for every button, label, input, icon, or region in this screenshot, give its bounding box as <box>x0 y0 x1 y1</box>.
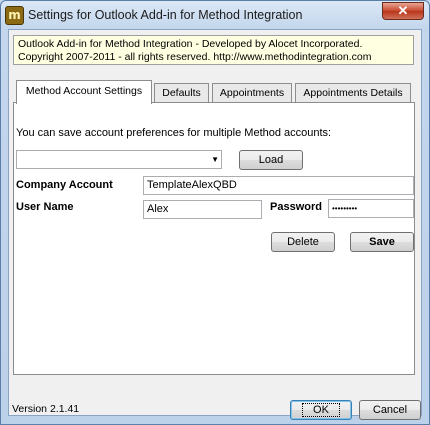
password-label: Password <box>270 201 322 213</box>
tab-method-account-settings[interactable]: Method Account Settings <box>16 80 152 104</box>
account-settings-panel: You can save account preferences for mul… <box>13 102 415 375</box>
tab-defaults[interactable]: Defaults <box>154 83 209 102</box>
ok-button-label: OK <box>302 403 340 417</box>
close-button[interactable]: ✕ <box>382 2 424 20</box>
title-bar[interactable]: m Settings for Outlook Add-in for Method… <box>1 1 429 29</box>
load-button[interactable]: Load <box>239 150 303 170</box>
about-info-box: Outlook Add-in for Method Integration - … <box>13 35 414 65</box>
close-icon: ✕ <box>397 3 409 18</box>
save-button[interactable]: Save <box>350 232 414 252</box>
company-account-label: Company Account <box>16 179 113 191</box>
settings-window: m Settings for Outlook Add-in for Method… <box>0 0 430 425</box>
window-title: Settings for Outlook Add-in for Method I… <box>28 8 303 22</box>
user-name-label: User Name <box>16 201 74 213</box>
company-account-field[interactable]: TemplateAlexQBD <box>143 176 414 195</box>
version-label: Version 2.1.41 <box>12 403 80 415</box>
password-field[interactable]: ••••••••• <box>328 199 414 218</box>
cancel-button[interactable]: Cancel <box>359 400 421 420</box>
about-line-2: Copyright 2007-2011 - all rights reserve… <box>18 50 372 63</box>
dialog-body: Outlook Add-in for Method Integration - … <box>8 29 422 420</box>
tab-appointments[interactable]: Appointments <box>212 83 292 102</box>
delete-button[interactable]: Delete <box>271 232 335 252</box>
account-preferences-description: You can save account preferences for mul… <box>16 127 332 139</box>
user-name-field[interactable]: Alex <box>143 200 262 219</box>
ok-button[interactable]: OK <box>290 400 352 420</box>
method-app-icon: m <box>5 6 24 25</box>
chevron-down-icon: ▼ <box>211 155 219 164</box>
about-line-1: Outlook Add-in for Method Integration - … <box>18 38 363 50</box>
tab-appointments-details[interactable]: Appointments Details <box>295 83 411 102</box>
saved-accounts-dropdown[interactable]: ▼ <box>16 150 222 169</box>
